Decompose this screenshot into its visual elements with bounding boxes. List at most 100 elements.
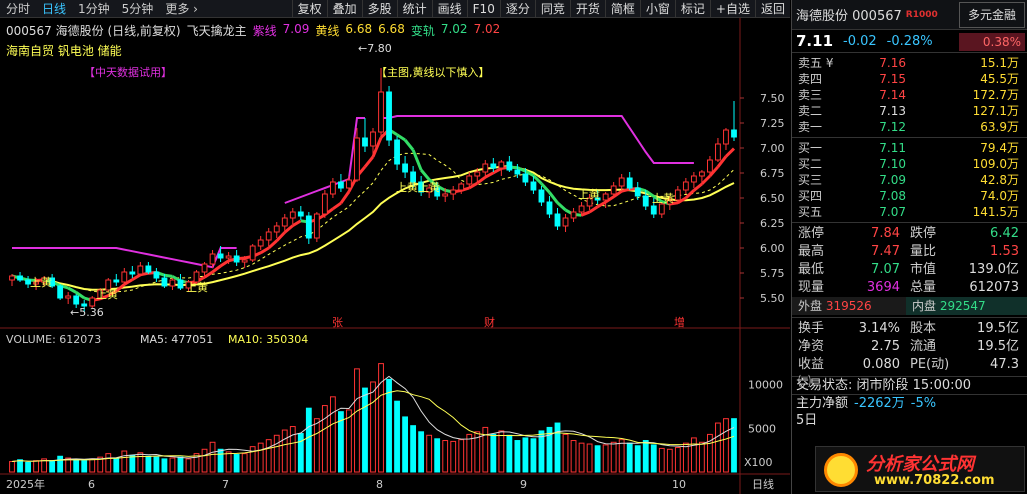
volume-bar bbox=[514, 440, 521, 473]
volume-bar bbox=[618, 439, 625, 473]
zhufen-button[interactable]: 逐分 bbox=[499, 0, 535, 18]
tab-fenshi[interactable]: 分时 bbox=[0, 0, 36, 18]
candle-body bbox=[370, 131, 376, 147]
order-volume: 63.9万 bbox=[980, 120, 1019, 134]
quote-panel: 海德股份 000567 R1000 多元金融 7.11 -0.02 -0.28%… bbox=[791, 0, 1027, 494]
add-watchlist-button[interactable]: +自选 bbox=[709, 0, 755, 18]
tongjing-button[interactable]: 同竞 bbox=[534, 0, 570, 18]
y-tick-label: 6.00 bbox=[760, 242, 785, 255]
candle-body bbox=[626, 177, 633, 189]
current-price: 7.11 bbox=[796, 32, 834, 50]
trend-line-segment bbox=[724, 147, 736, 158]
shanghuang-label: 上黄 bbox=[578, 187, 600, 201]
trend-line-segment bbox=[203, 270, 214, 279]
volume-bar bbox=[265, 439, 272, 473]
zixian-label: 紫线 bbox=[252, 24, 277, 38]
tab-5min[interactable]: 5分钟 bbox=[116, 0, 160, 18]
volume-bar bbox=[17, 459, 23, 473]
candle-body bbox=[530, 181, 537, 191]
volume-bar bbox=[329, 396, 336, 473]
volume-bar bbox=[105, 453, 112, 473]
stat-value: 0.080 bbox=[862, 357, 900, 372]
indicator-name[interactable]: 飞天擒龙主 bbox=[187, 22, 247, 39]
tongji-button[interactable]: 统计 bbox=[396, 0, 432, 18]
trend-line-segment bbox=[396, 133, 406, 142]
kline-chart-svg[interactable]: 7.50 7.25 7.00 6.75 6.50 6.25 6.00 5.75 5.50 【中天数… bbox=[0, 18, 790, 494]
tab-1min[interactable]: 1分钟 bbox=[72, 0, 116, 18]
stat-value: 19.5亿 bbox=[977, 339, 1019, 354]
candle-body bbox=[297, 211, 304, 217]
inner-label: 内盘 bbox=[912, 299, 937, 313]
volume-bar bbox=[161, 458, 168, 473]
volume-bar bbox=[81, 460, 88, 473]
inner-outer-bar: 外盘 319526 内盘 292547 bbox=[792, 297, 1027, 315]
candle-body bbox=[386, 91, 392, 141]
candle-body bbox=[402, 163, 408, 173]
stat-key: 涨停 bbox=[798, 226, 825, 241]
volume-bar bbox=[458, 439, 465, 473]
candle-body bbox=[731, 129, 737, 138]
volume-bar bbox=[89, 458, 96, 473]
candle-body bbox=[562, 217, 569, 227]
outer-disk: 外盘 319526 bbox=[792, 297, 906, 315]
order-row: 买三 7.09 42.8万 bbox=[792, 172, 1027, 188]
stat-key: 跌停 bbox=[910, 226, 937, 241]
stat-key: 最低 bbox=[798, 262, 825, 277]
stat-value: 1.53 bbox=[990, 244, 1019, 259]
price-row: 7.11 -0.02 -0.28% 0.38% bbox=[792, 30, 1027, 52]
price-change: -0.02 bbox=[843, 33, 877, 49]
y-tick-label: 6.75 bbox=[760, 167, 785, 180]
tab-rixian[interactable]: 日线 bbox=[36, 0, 72, 18]
order-volume: 79.4万 bbox=[980, 141, 1019, 155]
order-price: 7.14 bbox=[879, 88, 906, 102]
shanghuang-label: 上黄 bbox=[652, 191, 674, 205]
candle-body bbox=[578, 205, 585, 213]
order-volume: 127.1万 bbox=[972, 104, 1019, 118]
stat-key: 收益㈡ bbox=[798, 357, 825, 390]
volume-bar bbox=[490, 433, 497, 473]
stat-value: 47.3 bbox=[990, 357, 1019, 372]
huaxian-button[interactable]: 画线 bbox=[431, 0, 467, 18]
zixian-value: 7.09 bbox=[282, 22, 310, 36]
candle-body bbox=[153, 271, 160, 279]
biangui-value: 7.02 bbox=[440, 22, 468, 36]
sector-pct-badge: 0.38% bbox=[959, 33, 1025, 51]
order-volume: 172.7万 bbox=[972, 88, 1019, 102]
trend-line-segment bbox=[700, 174, 711, 186]
biaoji-button[interactable]: 标记 bbox=[674, 0, 710, 18]
candle-body bbox=[354, 137, 360, 181]
volume-bar bbox=[698, 441, 705, 473]
candle-body bbox=[265, 231, 272, 241]
diejia-button[interactable]: 叠加 bbox=[326, 0, 362, 18]
order-row: 卖三 7.14 172.7万 bbox=[792, 87, 1027, 103]
sector-button[interactable]: 多元金融 bbox=[959, 2, 1025, 28]
y-tick-label: 7.25 bbox=[760, 117, 785, 130]
candle-body bbox=[634, 187, 641, 197]
volume-bar bbox=[442, 440, 449, 473]
stat-key: 市值 bbox=[910, 262, 937, 277]
duogu-button[interactable]: 多股 bbox=[361, 0, 397, 18]
xiaochuang-button[interactable]: 小窗 bbox=[639, 0, 675, 18]
kline-chart-area[interactable]: 7.50 7.25 7.00 6.75 6.50 6.25 6.00 5.75 5.50 【中天数… bbox=[0, 18, 790, 494]
candle-body bbox=[658, 203, 665, 215]
candle-body bbox=[602, 193, 609, 201]
trend-line-segment bbox=[339, 190, 351, 205]
back-button[interactable]: 返回 bbox=[754, 0, 790, 18]
candle-body bbox=[273, 225, 280, 233]
main-flow-row[interactable]: 主力净额 -2262万 -5% bbox=[792, 394, 1027, 412]
kaihuo-button[interactable]: 开货 bbox=[569, 0, 605, 18]
y-tick-label: 5.50 bbox=[760, 292, 785, 305]
jiankuang-button[interactable]: 简框 bbox=[604, 0, 640, 18]
trend-line-segment bbox=[556, 201, 567, 212]
volume-bar bbox=[233, 454, 240, 473]
order-row: 买一 7.11 79.4万 bbox=[792, 140, 1027, 156]
tab-more[interactable]: 更多 › bbox=[159, 0, 204, 18]
trial-note: 【中天数据试用】 bbox=[84, 65, 172, 79]
candle-body bbox=[506, 161, 513, 171]
f10-button[interactable]: F10 bbox=[466, 0, 500, 18]
fuquan-button[interactable]: 复权 bbox=[291, 0, 327, 18]
inner-value: 292547 bbox=[939, 299, 986, 313]
candle-body bbox=[233, 255, 240, 263]
volume-bar bbox=[362, 387, 368, 473]
volume-bar bbox=[674, 447, 681, 473]
